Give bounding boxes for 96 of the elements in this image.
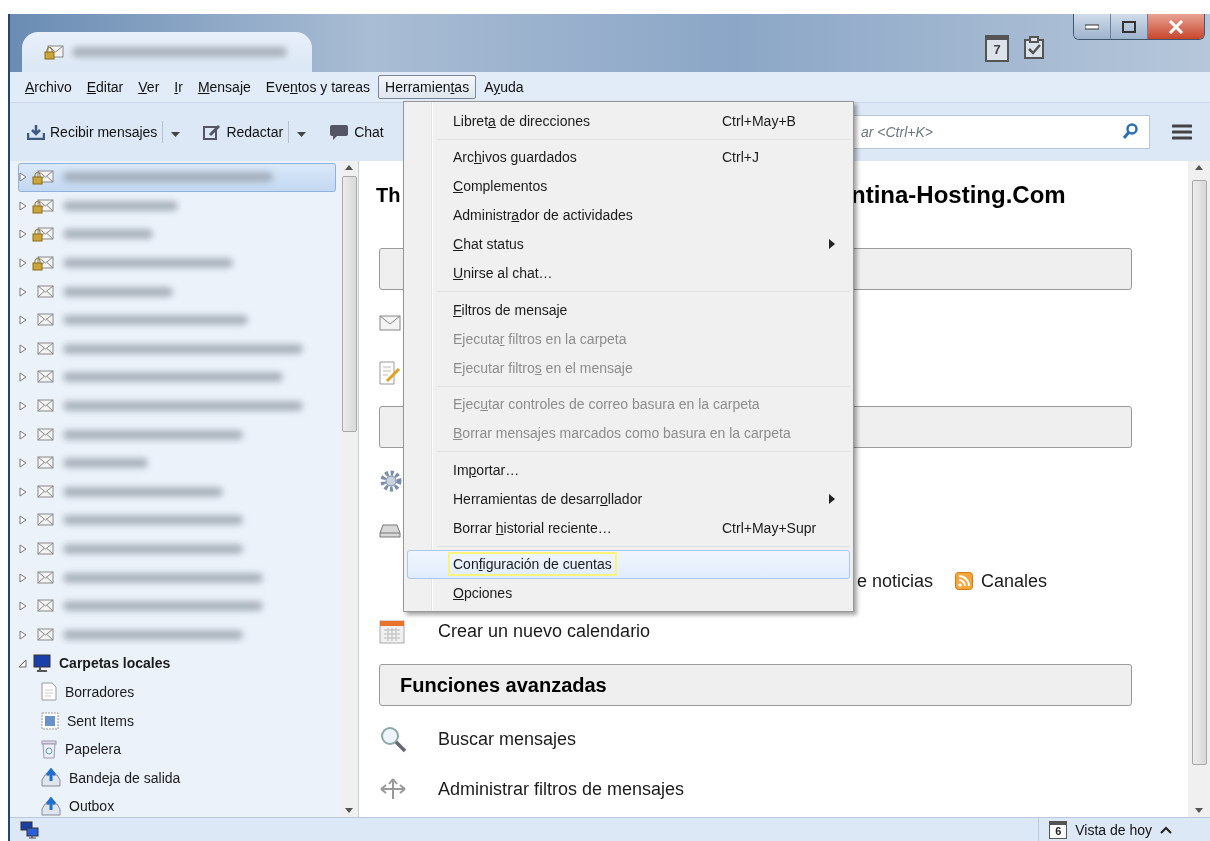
trash-icon (41, 739, 57, 759)
close-button[interactable] (1148, 14, 1204, 39)
scroll-up-icon[interactable] (345, 165, 353, 170)
menu-bar-item[interactable]: Ir (167, 75, 190, 99)
speech-bubble-icon (329, 123, 350, 141)
document-icon (41, 682, 57, 702)
folder-row[interactable]: Borradores (18, 677, 336, 707)
expand-arrow-icon[interactable] (19, 229, 27, 240)
action-link[interactable]: Crear un nuevo calendario (438, 620, 651, 642)
pencil-icon (203, 124, 222, 140)
heading-text: ntina-Hosting.Com (851, 181, 1067, 209)
calendar-icon (379, 618, 405, 644)
expand-arrow-icon[interactable] (19, 429, 27, 440)
menu-item[interactable]: Importar… (407, 455, 850, 484)
expand-arrow-icon[interactable] (19, 343, 27, 354)
stamp-icon (41, 711, 59, 730)
document-pencil-icon (379, 361, 401, 385)
expand-arrow-icon[interactable] (19, 401, 27, 412)
menu-bar-item[interactable]: Ver (131, 75, 167, 99)
arrows-icon (379, 778, 407, 800)
expand-arrow-icon[interactable] (19, 572, 27, 583)
menu-bar-item[interactable]: Eventos y tareas (258, 75, 378, 99)
computer-icon (32, 654, 52, 673)
scroll-up-icon[interactable] (1195, 165, 1203, 170)
toolbar-button[interactable]: Chat (324, 119, 389, 145)
menu-bar-item[interactable]: Editar (79, 75, 131, 99)
search-icon[interactable] (1122, 123, 1138, 140)
caret-down-icon (297, 131, 307, 137)
expand-arrow-icon[interactable] (19, 458, 27, 469)
menu-item[interactable]: Chat status (407, 229, 850, 259)
outbox-tray-icon (41, 768, 61, 788)
menu-bar-item[interactable]: Herramientas (378, 75, 477, 99)
caret-down-icon (171, 131, 181, 137)
download-icon (27, 124, 45, 140)
expand-arrow-icon[interactable] (19, 658, 27, 669)
menu-bar-item[interactable]: Ayuda (477, 75, 531, 99)
scroll-thumb[interactable] (341, 176, 357, 432)
close-icon (1168, 19, 1184, 34)
scrollbar[interactable] (340, 161, 358, 817)
expand-arrow-icon[interactable] (19, 544, 27, 554)
toolbar-button[interactable]: Redactar (198, 120, 289, 144)
expand-arrow-icon[interactable] (19, 629, 27, 640)
folder-row[interactable]: Sent Items (18, 706, 336, 735)
minimize-button[interactable] (1074, 14, 1111, 39)
menu-item[interactable]: Herramientas de desarrollador (407, 484, 850, 513)
gear-icon (379, 469, 403, 493)
calendar-icon[interactable]: 7 (985, 34, 1009, 62)
menu-item[interactable]: Borrar historial reciente… Ctrl+May+Supr (407, 513, 850, 542)
folder-row[interactable]: Carpetas locales (18, 649, 336, 678)
locked-envelope-icon (44, 44, 64, 60)
menu-item[interactable]: Complementos (407, 171, 850, 201)
expand-arrow-icon[interactable] (19, 200, 27, 211)
heading-text: Th (376, 183, 401, 207)
caret-up-icon (1160, 825, 1172, 834)
section-header: Funciones avanzadas (379, 664, 1132, 706)
action-link[interactable]: e noticias (857, 570, 934, 592)
rss-icon (955, 572, 974, 590)
scroll-down-icon[interactable] (345, 808, 353, 813)
menu-bar-item[interactable]: Mensaje (190, 75, 258, 99)
expand-arrow-icon[interactable] (19, 172, 27, 183)
folder-row[interactable]: Papelera (18, 734, 336, 764)
calendar-icon: 6 (1049, 820, 1068, 839)
expand-arrow-icon[interactable] (19, 486, 27, 497)
expand-arrow-icon[interactable] (19, 258, 27, 269)
minimize-icon (1085, 23, 1099, 30)
expand-arrow-icon[interactable] (19, 515, 27, 526)
menu-item[interactable]: Opciones (407, 578, 850, 608)
menu-item[interactable]: Administrador de actividades (407, 200, 850, 230)
scrollbar[interactable] (1188, 161, 1210, 817)
action-link[interactable]: Buscar mensajes (438, 728, 577, 750)
expand-arrow-icon[interactable] (19, 315, 27, 326)
folder-row[interactable]: Outbox (18, 792, 336, 817)
task-icon[interactable] (1023, 36, 1045, 60)
scroll-down-icon[interactable] (1195, 808, 1203, 813)
expand-arrow-icon[interactable] (19, 601, 27, 612)
scroll-thumb[interactable] (1191, 180, 1207, 765)
expand-arrow-icon[interactable] (19, 372, 27, 383)
maximize-icon (1122, 20, 1136, 33)
submenu-arrow-icon (829, 493, 835, 504)
folder-row[interactable]: Bandeja de salida (18, 763, 336, 793)
drive-icon (379, 523, 401, 539)
maximize-button[interactable] (1111, 14, 1148, 39)
magnifier-icon (379, 725, 407, 753)
menu-item[interactable]: Filtros de mensaje (407, 295, 850, 324)
menu-item[interactable]: Unirse al chat… (407, 258, 850, 288)
menu-bar-item[interactable]: Archivo (18, 75, 79, 99)
submenu-arrow-icon (829, 239, 835, 249)
menu-icon[interactable] (1172, 124, 1192, 140)
action-link[interactable]: Administrar filtros de mensajes (438, 778, 685, 800)
network-icon (20, 820, 40, 839)
today-pane-button[interactable]: 6 Vista de hoy (1038, 818, 1188, 841)
expand-arrow-icon[interactable] (19, 286, 27, 297)
envelope-icon (379, 314, 401, 332)
action-link[interactable]: Canales (981, 570, 1048, 592)
toolbar-button[interactable]: Recibir mensajes (22, 120, 163, 144)
menu-item[interactable]: Configuración de cuentas (407, 549, 850, 579)
